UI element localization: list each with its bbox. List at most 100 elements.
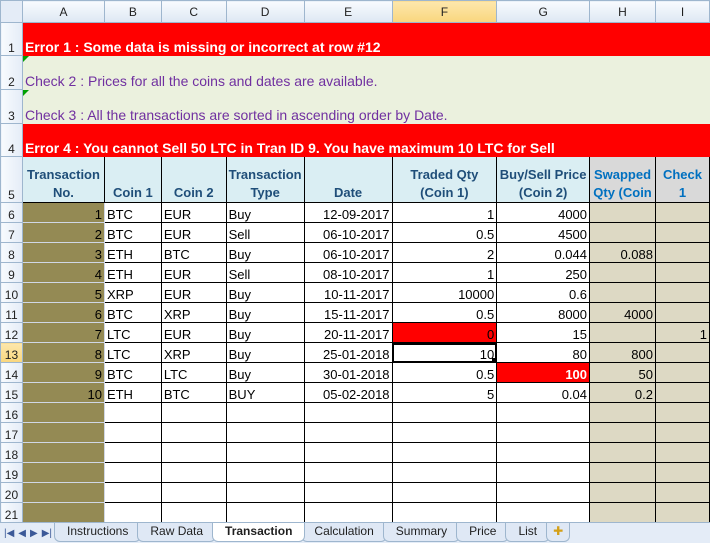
cell-swapped-qty[interactable]	[589, 322, 656, 343]
cell-traded-qty[interactable]	[391, 402, 498, 423]
cell-transaction-type[interactable]: Buy	[225, 242, 305, 263]
cell-transaction-type[interactable]	[225, 442, 305, 463]
cell-transaction-no[interactable]	[21, 462, 105, 483]
cell-check1[interactable]	[654, 402, 710, 423]
cell-swapped-qty[interactable]	[589, 202, 656, 223]
cell-transaction-no[interactable]: 7	[21, 322, 105, 343]
cell-traded-qty[interactable]: 0.5	[391, 362, 498, 383]
sheet-tab-raw-data[interactable]: Raw Data	[137, 523, 217, 542]
cell-transaction-type[interactable]: Buy	[225, 302, 305, 323]
prev-sheet-icon[interactable]: ◀	[18, 528, 26, 539]
cell-transaction-no[interactable]: 10	[21, 382, 105, 403]
cell-date[interactable]: 25-01-2018	[303, 342, 393, 363]
cell-transaction-no[interactable]: 3	[21, 242, 105, 263]
cell-transaction-type[interactable]: Sell	[225, 222, 305, 243]
row-header[interactable]: 13	[0, 342, 23, 363]
cell-traded-qty[interactable]: 0.5	[391, 222, 498, 243]
cell-check1[interactable]	[654, 342, 710, 363]
cell-coin2[interactable]: BTC	[160, 382, 227, 403]
fill-handle[interactable]	[492, 358, 496, 362]
cell-traded-qty[interactable]	[391, 462, 498, 483]
cell-transaction-no[interactable]	[21, 502, 105, 523]
cell-coin1[interactable]: LTC	[103, 342, 162, 363]
cell-coin1[interactable]	[103, 402, 162, 423]
row-header[interactable]: 1	[0, 22, 23, 56]
row-header[interactable]: 14	[0, 362, 23, 383]
cell-check1[interactable]	[654, 502, 710, 523]
select-all-corner[interactable]	[0, 0, 23, 23]
cell-check1[interactable]	[654, 362, 710, 383]
cell-price[interactable]: 0.6	[496, 282, 591, 303]
cell-coin2[interactable]: EUR	[160, 262, 227, 283]
cell-swapped-qty[interactable]: 4000	[589, 302, 656, 323]
cell-transaction-no[interactable]	[21, 482, 105, 503]
row-header[interactable]: 20	[0, 482, 23, 503]
cell-transaction-type[interactable]: Buy	[225, 322, 305, 343]
first-sheet-icon[interactable]: |◀	[4, 528, 14, 539]
row-header[interactable]: 3	[0, 89, 23, 124]
sheet-tab-transaction[interactable]: Transaction	[212, 523, 306, 542]
cell-swapped-qty[interactable]	[589, 402, 656, 423]
cell-price[interactable]: 250	[496, 262, 591, 283]
cell-price[interactable]: 80	[496, 342, 591, 363]
cell-transaction-type[interactable]: Buy	[225, 362, 305, 383]
cell-coin2[interactable]: LTC	[160, 362, 227, 383]
cell-price[interactable]: 0.044	[496, 242, 591, 263]
spreadsheet[interactable]: A B C D E F G H I 1 Error 1 : Some data …	[0, 0, 710, 543]
cell-check1[interactable]	[654, 202, 710, 223]
cell-coin1[interactable]: BTC	[103, 302, 162, 323]
cell-date[interactable]	[303, 462, 393, 483]
row-header[interactable]: 7	[0, 222, 23, 243]
cell-check1[interactable]	[654, 242, 710, 263]
cell-coin1[interactable]	[103, 442, 162, 463]
worksheet-grid[interactable]: A B C D E F G H I 1 Error 1 : Some data …	[0, 0, 710, 523]
cell-coin1[interactable]: BTC	[103, 362, 162, 383]
cell-date[interactable]: 12-09-2017	[303, 202, 393, 223]
cell-date[interactable]	[303, 502, 393, 523]
row-header[interactable]: 4	[0, 123, 23, 157]
cell-date[interactable]: 15-11-2017	[303, 302, 393, 323]
cell-traded-qty[interactable]: 0.5	[391, 302, 498, 323]
cell-coin2[interactable]	[160, 442, 227, 463]
cell-coin1[interactable]	[103, 482, 162, 503]
cell-swapped-qty[interactable]	[589, 502, 656, 523]
next-sheet-icon[interactable]: ▶	[30, 528, 38, 539]
cell-transaction-type[interactable]	[225, 482, 305, 503]
cell-transaction-type[interactable]: BUY	[225, 382, 305, 403]
cell-transaction-type[interactable]	[225, 502, 305, 523]
header-date[interactable]: Date	[303, 156, 393, 203]
header-check1[interactable]: Check 1	[654, 156, 710, 203]
cell-traded-qty[interactable]	[391, 482, 498, 503]
row-header[interactable]: 12	[0, 322, 23, 343]
row-header[interactable]: 9	[0, 262, 23, 283]
cell-check1[interactable]	[654, 262, 710, 283]
cell-coin1[interactable]: BTC	[103, 222, 162, 243]
cell-date[interactable]	[303, 422, 393, 443]
cell-swapped-qty[interactable]	[589, 482, 656, 503]
cell-transaction-type[interactable]	[225, 462, 305, 483]
row-header[interactable]: 17	[0, 422, 23, 443]
cell-transaction-no[interactable]: 9	[21, 362, 105, 383]
cell-price[interactable]	[496, 462, 591, 483]
cell-swapped-qty[interactable]	[589, 282, 656, 303]
cell-price[interactable]	[496, 482, 591, 503]
check-message-2[interactable]: Check 2 : Prices for all the coins and d…	[21, 55, 710, 90]
cell-coin2[interactable]	[160, 422, 227, 443]
cell-traded-qty[interactable]	[391, 442, 498, 463]
cell-check1[interactable]	[654, 442, 710, 463]
column-header-c[interactable]: C	[160, 0, 227, 23]
cell-coin1[interactable]: ETH	[103, 262, 162, 283]
cell-check1[interactable]	[654, 222, 710, 243]
cell-transaction-no[interactable]: 5	[21, 282, 105, 303]
cell-date[interactable]: 20-11-2017	[303, 322, 393, 343]
insert-sheet-icon[interactable]: ✚	[546, 523, 571, 542]
cell-coin1[interactable]: ETH	[103, 382, 162, 403]
header-coin2[interactable]: Coin 2	[160, 156, 227, 203]
row-header[interactable]: 6	[0, 202, 23, 223]
cell-swapped-qty[interactable]: 50	[589, 362, 656, 383]
sheet-tab-instructions[interactable]: Instructions	[54, 523, 142, 542]
cell-traded-qty[interactable]: 1	[391, 262, 498, 283]
cell-traded-qty[interactable]: 1	[391, 202, 498, 223]
cell-price[interactable]	[496, 422, 591, 443]
cell-coin1[interactable]: XRP	[103, 282, 162, 303]
